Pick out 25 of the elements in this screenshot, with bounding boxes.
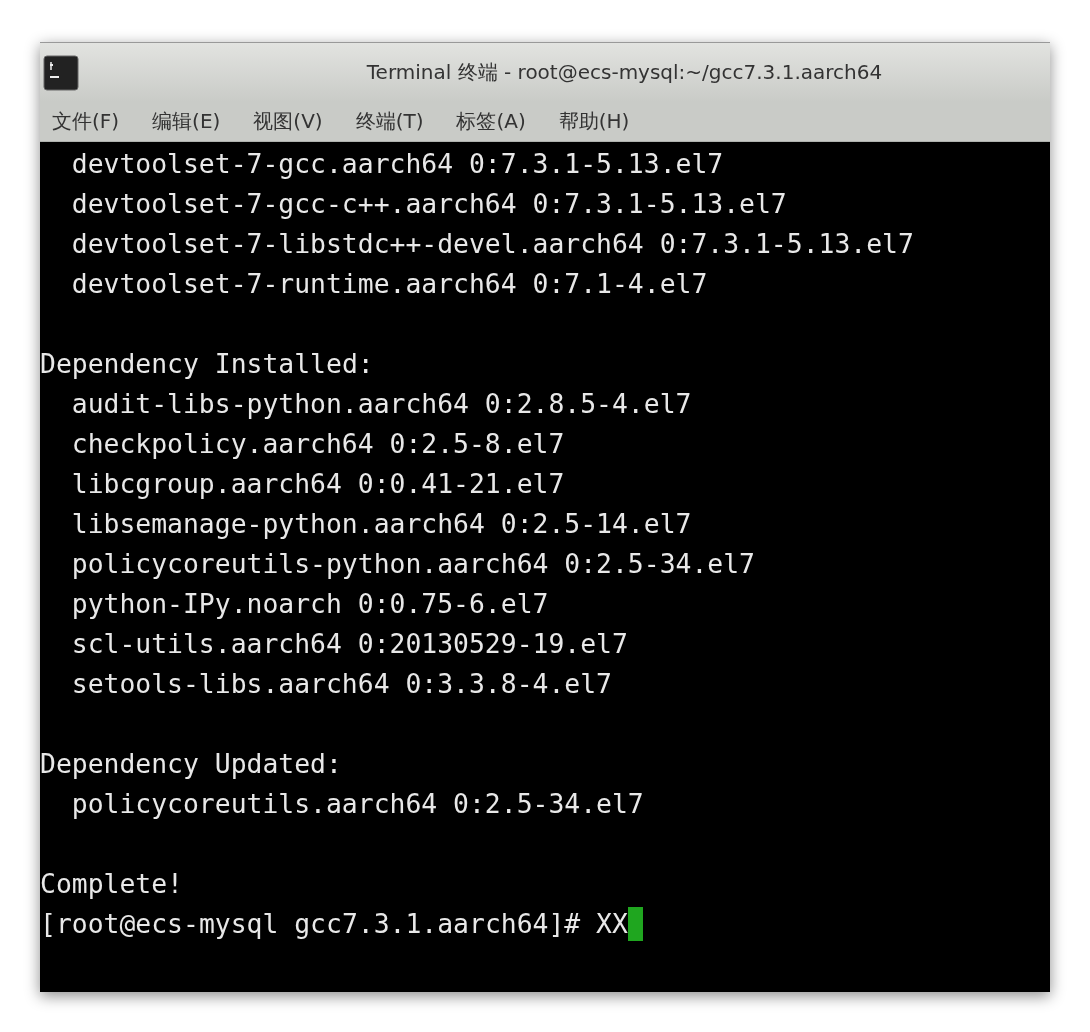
output-line: checkpolicy.aarch64 0:2.5-8.el7	[71, 427, 565, 461]
output-line: devtoolset-7-runtime.aarch64 0:7.1-4.el7	[71, 267, 708, 301]
output-line: devtoolset-7-gcc-c++.aarch64 0:7.3.1-5.13.el7	[71, 187, 787, 221]
menu-item[interactable]: 帮助(H)	[558, 108, 630, 135]
output-line: devtoolset-7-libstdc++-devel.aarch64 0:7.3.1-5.13.el7	[71, 227, 914, 261]
command-prompt: [root@ecs-mysql gcc7.3.1.aarch64]# XX	[40, 907, 628, 941]
output-line: python-IPy.noarch 0:0.75-6.el7	[71, 587, 549, 621]
output-line: policycoreutils.aarch64 0:2.5-34.el7	[71, 787, 644, 821]
output-heading: Complete!	[40, 867, 183, 901]
output-line: audit-libs-python.aarch64 0:2.8.5-4.el7	[71, 387, 692, 421]
output-line: libcgroup.aarch64 0:0.41-21.el7	[71, 467, 565, 501]
output-line: devtoolset-7-gcc.aarch64 0:7.3.1-5.13.el7	[71, 147, 724, 181]
terminal-icon	[43, 54, 79, 91]
output-heading: Dependency Installed:	[40, 347, 374, 381]
output-line: policycoreutils-python.aarch64 0:2.5-34.el7	[71, 547, 755, 581]
output-line: libsemanage-python.aarch64 0:2.5-14.el7	[71, 507, 692, 541]
menu-item[interactable]: 文件(F)	[52, 108, 120, 135]
window-title: Terminal 终端 - root@ecs-mysql:~/gcc7.3.1.aarch64	[365, 59, 884, 86]
menu-item[interactable]: 标签(A)	[456, 108, 526, 135]
output-line: scl-utils.aarch64 0:20130529-19.el7	[71, 627, 628, 661]
output-heading: Dependency Updated:	[40, 747, 342, 781]
menu-item[interactable]: 视图(V)	[253, 108, 323, 135]
menu-item[interactable]: 终端(T)	[355, 108, 424, 135]
menu-item[interactable]: 编辑(E)	[152, 108, 221, 135]
output-line: setools-libs.aarch64 0:3.3.8-4.el7	[71, 667, 612, 701]
